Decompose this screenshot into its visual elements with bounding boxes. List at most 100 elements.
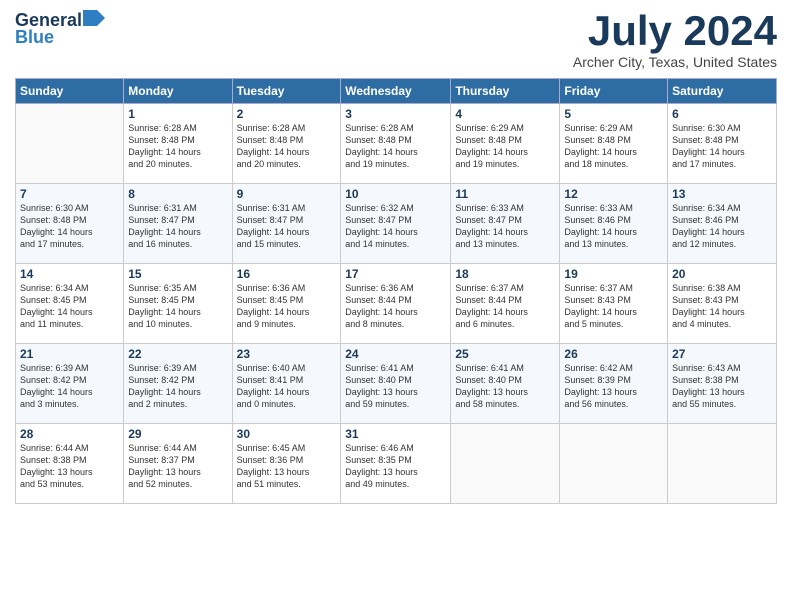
day-info: Sunrise: 6:46 AM Sunset: 8:35 PM Dayligh… bbox=[345, 442, 446, 491]
calendar-cell: 10Sunrise: 6:32 AM Sunset: 8:47 PM Dayli… bbox=[341, 184, 451, 264]
calendar-week-1: 1 Sunrise: 6:28 AM Sunset: 8:48 PM Daylig… bbox=[16, 104, 777, 184]
day-number: 17 bbox=[345, 267, 446, 281]
day-info: Sunrise: 6:34 AM Sunset: 8:45 PM Dayligh… bbox=[20, 282, 119, 331]
calendar-cell: 5Sunrise: 6:29 AM Sunset: 8:48 PM Daylig… bbox=[560, 104, 668, 184]
day-number: 11 bbox=[455, 187, 555, 201]
day-number: 10 bbox=[345, 187, 446, 201]
day-number: 2 bbox=[237, 107, 337, 121]
day-number: 1 bbox=[128, 107, 227, 121]
day-number: 25 bbox=[455, 347, 555, 361]
calendar-cell: 21Sunrise: 6:39 AM Sunset: 8:42 PM Dayli… bbox=[16, 344, 124, 424]
day-info: Sunrise: 6:34 AM Sunset: 8:46 PM Dayligh… bbox=[672, 202, 772, 251]
col-header-sunday: Sunday bbox=[16, 79, 124, 104]
day-number: 5 bbox=[564, 107, 663, 121]
logo-blue: Blue bbox=[15, 27, 54, 48]
calendar-cell: 9Sunrise: 6:31 AM Sunset: 8:47 PM Daylig… bbox=[232, 184, 341, 264]
day-info: Sunrise: 6:41 AM Sunset: 8:40 PM Dayligh… bbox=[345, 362, 446, 411]
day-number: 24 bbox=[345, 347, 446, 361]
day-info: Sunrise: 6:42 AM Sunset: 8:39 PM Dayligh… bbox=[564, 362, 663, 411]
day-number: 30 bbox=[237, 427, 337, 441]
day-info: Sunrise: 6:39 AM Sunset: 8:42 PM Dayligh… bbox=[128, 362, 227, 411]
col-header-friday: Friday bbox=[560, 79, 668, 104]
col-header-monday: Monday bbox=[124, 79, 232, 104]
calendar-cell: 19Sunrise: 6:37 AM Sunset: 8:43 PM Dayli… bbox=[560, 264, 668, 344]
day-number: 31 bbox=[345, 427, 446, 441]
calendar-cell bbox=[560, 424, 668, 504]
calendar-cell: 1Sunrise: 6:28 AM Sunset: 8:48 PM Daylig… bbox=[124, 104, 232, 184]
logo-icon bbox=[83, 10, 105, 31]
day-info: Sunrise: 6:30 AM Sunset: 8:48 PM Dayligh… bbox=[20, 202, 119, 251]
day-info: Sunrise: 6:30 AM Sunset: 8:48 PM Dayligh… bbox=[672, 122, 772, 171]
calendar-table: SundayMondayTuesdayWednesdayThursdayFrid… bbox=[15, 78, 777, 504]
calendar-cell: 28Sunrise: 6:44 AM Sunset: 8:38 PM Dayli… bbox=[16, 424, 124, 504]
day-number: 15 bbox=[128, 267, 227, 281]
calendar-cell: 26Sunrise: 6:42 AM Sunset: 8:39 PM Dayli… bbox=[560, 344, 668, 424]
day-number: 3 bbox=[345, 107, 446, 121]
title-block: July 2024 Archer City, Texas, United Sta… bbox=[573, 10, 777, 70]
day-info: Sunrise: 6:33 AM Sunset: 8:46 PM Dayligh… bbox=[564, 202, 663, 251]
day-info: Sunrise: 6:29 AM Sunset: 8:48 PM Dayligh… bbox=[455, 122, 555, 171]
calendar-cell: 27Sunrise: 6:43 AM Sunset: 8:38 PM Dayli… bbox=[668, 344, 777, 424]
day-number: 14 bbox=[20, 267, 119, 281]
header: General Blue July 2024 Archer City, Texa… bbox=[15, 10, 777, 70]
calendar-cell: 15Sunrise: 6:35 AM Sunset: 8:45 PM Dayli… bbox=[124, 264, 232, 344]
calendar-cell: 30Sunrise: 6:45 AM Sunset: 8:36 PM Dayli… bbox=[232, 424, 341, 504]
day-number: 4 bbox=[455, 107, 555, 121]
calendar-week-3: 14Sunrise: 6:34 AM Sunset: 8:45 PM Dayli… bbox=[16, 264, 777, 344]
calendar-cell: 11Sunrise: 6:33 AM Sunset: 8:47 PM Dayli… bbox=[451, 184, 560, 264]
day-info: Sunrise: 6:43 AM Sunset: 8:38 PM Dayligh… bbox=[672, 362, 772, 411]
month-title: July 2024 bbox=[573, 10, 777, 52]
day-info: Sunrise: 6:44 AM Sunset: 8:38 PM Dayligh… bbox=[20, 442, 119, 491]
calendar-cell: 3Sunrise: 6:28 AM Sunset: 8:48 PM Daylig… bbox=[341, 104, 451, 184]
calendar-cell: 7Sunrise: 6:30 AM Sunset: 8:48 PM Daylig… bbox=[16, 184, 124, 264]
day-info: Sunrise: 6:37 AM Sunset: 8:43 PM Dayligh… bbox=[564, 282, 663, 331]
calendar-cell bbox=[451, 424, 560, 504]
day-number: 19 bbox=[564, 267, 663, 281]
day-number: 23 bbox=[237, 347, 337, 361]
day-info: Sunrise: 6:33 AM Sunset: 8:47 PM Dayligh… bbox=[455, 202, 555, 251]
calendar-cell: 31Sunrise: 6:46 AM Sunset: 8:35 PM Dayli… bbox=[341, 424, 451, 504]
calendar-cell: 4Sunrise: 6:29 AM Sunset: 8:48 PM Daylig… bbox=[451, 104, 560, 184]
day-number: 26 bbox=[564, 347, 663, 361]
day-number: 20 bbox=[672, 267, 772, 281]
day-number: 8 bbox=[128, 187, 227, 201]
day-info: Sunrise: 6:41 AM Sunset: 8:40 PM Dayligh… bbox=[455, 362, 555, 411]
day-info: Sunrise: 6:39 AM Sunset: 8:42 PM Dayligh… bbox=[20, 362, 119, 411]
calendar-cell: 20Sunrise: 6:38 AM Sunset: 8:43 PM Dayli… bbox=[668, 264, 777, 344]
calendar-cell: 6Sunrise: 6:30 AM Sunset: 8:48 PM Daylig… bbox=[668, 104, 777, 184]
day-info: Sunrise: 6:45 AM Sunset: 8:36 PM Dayligh… bbox=[237, 442, 337, 491]
day-info: Sunrise: 6:44 AM Sunset: 8:37 PM Dayligh… bbox=[128, 442, 227, 491]
day-info: Sunrise: 6:37 AM Sunset: 8:44 PM Dayligh… bbox=[455, 282, 555, 331]
day-info: Sunrise: 6:40 AM Sunset: 8:41 PM Dayligh… bbox=[237, 362, 337, 411]
calendar-week-4: 21Sunrise: 6:39 AM Sunset: 8:42 PM Dayli… bbox=[16, 344, 777, 424]
calendar-cell: 17Sunrise: 6:36 AM Sunset: 8:44 PM Dayli… bbox=[341, 264, 451, 344]
calendar-week-2: 7Sunrise: 6:30 AM Sunset: 8:48 PM Daylig… bbox=[16, 184, 777, 264]
calendar-cell: 18Sunrise: 6:37 AM Sunset: 8:44 PM Dayli… bbox=[451, 264, 560, 344]
location: Archer City, Texas, United States bbox=[573, 54, 777, 70]
calendar-cell: 24Sunrise: 6:41 AM Sunset: 8:40 PM Dayli… bbox=[341, 344, 451, 424]
day-number: 29 bbox=[128, 427, 227, 441]
calendar-week-5: 28Sunrise: 6:44 AM Sunset: 8:38 PM Dayli… bbox=[16, 424, 777, 504]
day-number: 12 bbox=[564, 187, 663, 201]
col-header-wednesday: Wednesday bbox=[341, 79, 451, 104]
day-info: Sunrise: 6:29 AM Sunset: 8:48 PM Dayligh… bbox=[564, 122, 663, 171]
calendar-cell: 2Sunrise: 6:28 AM Sunset: 8:48 PM Daylig… bbox=[232, 104, 341, 184]
day-info: Sunrise: 6:36 AM Sunset: 8:45 PM Dayligh… bbox=[237, 282, 337, 331]
day-info: Sunrise: 6:36 AM Sunset: 8:44 PM Dayligh… bbox=[345, 282, 446, 331]
day-number: 18 bbox=[455, 267, 555, 281]
day-info: Sunrise: 6:28 AM Sunset: 8:48 PM Dayligh… bbox=[345, 122, 446, 171]
calendar-cell: 12Sunrise: 6:33 AM Sunset: 8:46 PM Dayli… bbox=[560, 184, 668, 264]
calendar-cell bbox=[16, 104, 124, 184]
day-number: 9 bbox=[237, 187, 337, 201]
day-number: 16 bbox=[237, 267, 337, 281]
day-number: 13 bbox=[672, 187, 772, 201]
day-number: 6 bbox=[672, 107, 772, 121]
day-info: Sunrise: 6:28 AM Sunset: 8:48 PM Dayligh… bbox=[237, 122, 337, 171]
col-header-tuesday: Tuesday bbox=[232, 79, 341, 104]
day-number: 21 bbox=[20, 347, 119, 361]
day-number: 28 bbox=[20, 427, 119, 441]
calendar-cell: 25Sunrise: 6:41 AM Sunset: 8:40 PM Dayli… bbox=[451, 344, 560, 424]
day-info: Sunrise: 6:35 AM Sunset: 8:45 PM Dayligh… bbox=[128, 282, 227, 331]
day-info: Sunrise: 6:31 AM Sunset: 8:47 PM Dayligh… bbox=[237, 202, 337, 251]
calendar-cell: 16Sunrise: 6:36 AM Sunset: 8:45 PM Dayli… bbox=[232, 264, 341, 344]
